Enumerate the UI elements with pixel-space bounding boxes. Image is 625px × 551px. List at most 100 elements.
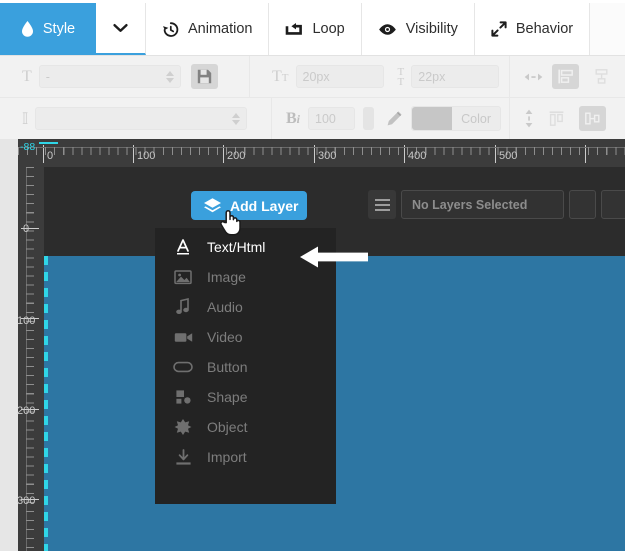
font-size-icon: TT xyxy=(272,67,289,85)
tab-style[interactable]: Style xyxy=(0,3,96,55)
line-height-icon: TT xyxy=(397,65,405,88)
ruler-corner xyxy=(0,139,18,167)
menu-item-label: Shape xyxy=(207,389,248,405)
tab-behavior[interactable]: Behavior xyxy=(474,3,591,55)
align-top-icon xyxy=(548,110,565,127)
tab-visibility[interactable]: Visibility xyxy=(361,3,475,55)
video-camera-icon xyxy=(173,331,193,344)
menu-item-image[interactable]: Image xyxy=(155,262,336,292)
text-T-icon: T xyxy=(22,67,32,85)
text-transform-select[interactable] xyxy=(35,107,248,130)
text-style-toolbar: T - TT 20px T T 22px 𝕀 Bi 100 Color xyxy=(0,56,625,139)
tab-style-dropdown-toggle[interactable] xyxy=(96,3,146,55)
color-picker[interactable]: Color xyxy=(411,106,501,131)
eye-icon xyxy=(378,23,397,36)
vertical-ruler[interactable]: 0 100 200 300 xyxy=(0,167,44,551)
layers-select-value: No Layers Selected xyxy=(412,197,528,212)
ruler-label-h-400: 400 xyxy=(408,150,427,162)
loop-icon xyxy=(285,22,303,37)
tab-animation-label: Animation xyxy=(188,21,253,37)
menu-item-object[interactable]: Object xyxy=(155,412,336,442)
top-tab-bar: Style Animation Loop Visibility Behavior xyxy=(0,3,625,56)
water-drop-icon xyxy=(21,21,34,37)
menu-item-text-html[interactable]: Text/Html xyxy=(155,232,336,262)
menu-item-audio[interactable]: Audio xyxy=(155,292,336,322)
expand-arrows-icon xyxy=(491,21,507,37)
menu-item-label: Image xyxy=(207,269,246,285)
align-center-button[interactable] xyxy=(588,64,615,89)
valign-middle-button[interactable] xyxy=(579,106,606,131)
download-import-icon xyxy=(173,448,193,466)
vertical-arrows-icon xyxy=(524,109,534,128)
tab-animation[interactable]: Animation xyxy=(146,3,270,55)
ruler-label-v-300: 300 xyxy=(17,495,36,507)
pencil-icon[interactable] xyxy=(386,110,403,127)
add-layer-button[interactable]: Add Layer xyxy=(191,191,307,220)
add-layer-dropdown-menu: Text/Html Image Audio Video Button Shape… xyxy=(155,228,336,504)
menu-item-label: Button xyxy=(207,359,248,375)
hamburger-icon[interactable] xyxy=(368,190,396,219)
valign-top-button[interactable] xyxy=(543,106,570,131)
clock-rewind-icon xyxy=(162,21,179,38)
spinner-down-icon xyxy=(165,77,174,83)
opacity-input[interactable]: 100 xyxy=(308,107,356,130)
music-note-icon xyxy=(173,298,193,316)
menu-item-label: Object xyxy=(207,419,248,435)
ruler-label-h-300: 300 xyxy=(318,150,337,162)
toolbar-row-2: 𝕀 Bi 100 Color xyxy=(0,97,625,139)
horizontal-align-group xyxy=(510,56,625,97)
text-transform-spinner[interactable] xyxy=(226,112,241,125)
align-left-button[interactable] xyxy=(552,64,579,89)
ruler-label-h-0: 0 xyxy=(47,150,54,162)
tab-behavior-label: Behavior xyxy=(515,21,574,37)
font-size-value: 20px xyxy=(302,69,330,84)
ruler-label-v-200: 200 xyxy=(17,405,36,417)
spinner-up-icon xyxy=(165,70,174,76)
layer-action-button-2[interactable] xyxy=(601,190,625,219)
ruler-label-h-200: 200 xyxy=(227,150,246,162)
button-pill-icon xyxy=(173,361,193,373)
menu-item-label: Text/Html xyxy=(207,239,266,255)
menu-item-shape[interactable]: Shape xyxy=(155,382,336,412)
font-family-group: T - xyxy=(0,56,250,97)
tab-loop[interactable]: Loop xyxy=(269,3,362,55)
horizontal-ruler[interactable]: 0 100 200 300 400 500 xyxy=(18,139,625,167)
font-family-value: - xyxy=(45,69,50,84)
layers-select[interactable]: No Layers Selected xyxy=(401,190,564,219)
vertical-align-group xyxy=(510,98,625,139)
font-size-input[interactable]: 20px xyxy=(295,65,384,88)
menu-item-label: Video xyxy=(207,329,243,345)
color-swatch[interactable] xyxy=(412,107,453,130)
font-family-select[interactable]: - xyxy=(38,65,181,88)
layer-action-button-1[interactable] xyxy=(569,190,596,219)
color-label: Color xyxy=(461,111,491,126)
layers-toolbar: No Layers Selected xyxy=(368,190,625,219)
color-opacity-group: Bi 100 Color xyxy=(272,98,510,139)
menu-item-label: Audio xyxy=(207,299,243,315)
text-transform-group: 𝕀 xyxy=(0,98,272,139)
horizontal-arrows-icon xyxy=(524,72,543,82)
line-height-input[interactable]: 22px xyxy=(411,65,500,88)
floppy-save-icon xyxy=(197,69,212,84)
menu-item-video[interactable]: Video xyxy=(155,322,336,352)
align-left-icon xyxy=(557,68,574,85)
image-icon xyxy=(173,269,193,285)
chevron-down-icon xyxy=(113,23,128,33)
ruler-label-v-100: 100 xyxy=(17,315,36,327)
layers-diamond-icon xyxy=(203,197,222,215)
tab-style-label: Style xyxy=(42,21,76,37)
tab-visibility-label: Visibility xyxy=(405,21,458,37)
add-layer-label: Add Layer xyxy=(230,197,299,214)
menu-item-button[interactable]: Button xyxy=(155,352,336,382)
puzzle-piece-icon xyxy=(173,418,193,436)
ruler-label-h-100: 100 xyxy=(137,150,156,162)
font-family-spinner[interactable] xyxy=(160,70,174,83)
save-style-button[interactable] xyxy=(190,64,218,89)
menu-item-import[interactable]: Import xyxy=(155,442,336,472)
align-middle-icon xyxy=(584,110,601,127)
line-height-value: 22px xyxy=(418,69,446,84)
ruler-negative-offset-line xyxy=(39,142,58,144)
spinner-down-icon xyxy=(232,119,241,125)
shape-icon xyxy=(173,389,193,405)
opacity-slider-stub[interactable] xyxy=(363,107,375,130)
